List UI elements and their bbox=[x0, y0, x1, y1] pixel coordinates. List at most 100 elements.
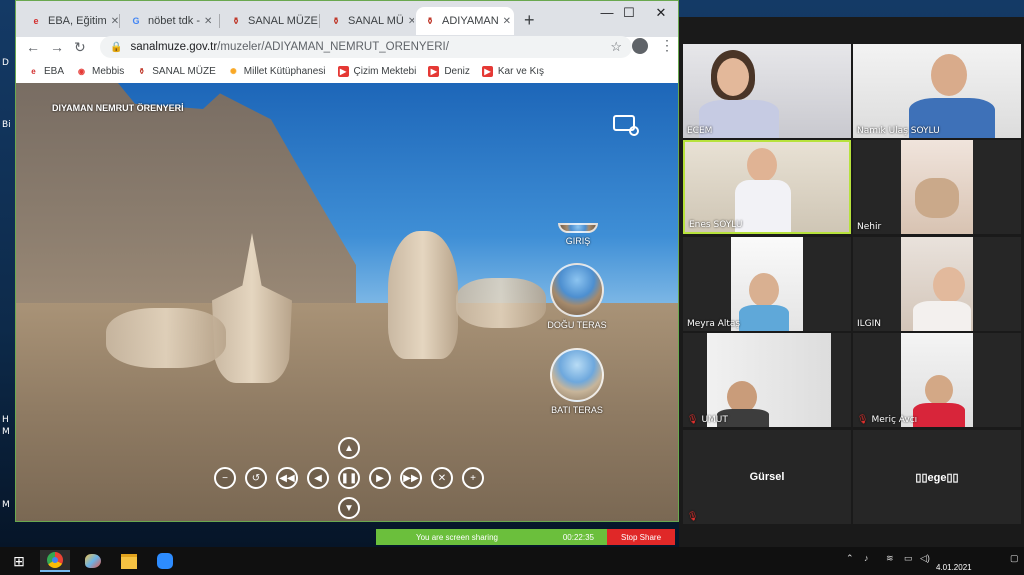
participant-body bbox=[739, 305, 789, 331]
address-bar[interactable]: 🔒 sanalmuze.gov.tr/muzeler/ADIYAMAN_NEMR… bbox=[100, 36, 632, 58]
poi-label: BATI TERAS bbox=[551, 405, 603, 415]
bookmark-sanal-muze[interactable]: ⚱ SANAL MÜZE bbox=[136, 66, 215, 77]
new-tab-button[interactable]: + bbox=[524, 11, 535, 29]
sound-off-icon[interactable]: ✕ bbox=[431, 467, 453, 489]
wifi-icon[interactable]: ≋ bbox=[886, 553, 894, 564]
tab-sanal-muze[interactable]: ⚱ SANAL MÜZE ✕ bbox=[222, 7, 320, 35]
taskbar-date[interactable]: 4.01.2021 bbox=[936, 563, 972, 572]
tab-label: SANAL MÜZE bbox=[248, 15, 318, 27]
participant-tile[interactable]: Gürsel 🎙 bbox=[683, 430, 851, 524]
windows-taskbar: ⊞ ⌃ ♪ ≋ ▭ ◁) ▢ bbox=[0, 547, 1024, 575]
network-icon[interactable]: ▭ bbox=[904, 553, 913, 564]
zoom-out-button[interactable]: − bbox=[214, 467, 236, 489]
participant-name: ILGIN bbox=[857, 319, 882, 329]
tab-strip: e EBA, Eğitim ✕ G nöbet tdk - ✕ ⚱ SANAL … bbox=[16, 1, 678, 37]
museum-icon: ⚱ bbox=[332, 15, 340, 26]
chrome-icon[interactable] bbox=[40, 550, 70, 572]
poi-thumbnail bbox=[558, 223, 598, 233]
participant-tile[interactable]: 🎙 Meriç Avcı bbox=[853, 333, 1021, 427]
zoom-in-button[interactable]: + bbox=[462, 467, 484, 489]
bookmark-millet-kutuphanesi[interactable]: ✺ Millet Kütüphanesi bbox=[228, 66, 326, 77]
profile-avatar-icon[interactable] bbox=[632, 38, 648, 54]
bookmark-deniz[interactable]: ▶ Deniz bbox=[428, 65, 470, 77]
bookmark-eba[interactable]: e EBA bbox=[28, 66, 64, 77]
participant-tile[interactable]: ▯▯ege▯▯ bbox=[853, 430, 1021, 524]
poi-dogu-teras[interactable]: DOĞU TERAS bbox=[542, 263, 612, 330]
tab-eba[interactable]: e EBA, Eğitim ✕ bbox=[22, 7, 120, 35]
participant-name-center: ▯▯ege▯▯ bbox=[915, 471, 959, 484]
museum-icon: ⚱ bbox=[232, 15, 240, 26]
google-icon: G bbox=[132, 16, 140, 26]
library-icon: ✺ bbox=[229, 66, 237, 76]
participant-tile[interactable]: Nehir bbox=[853, 140, 1021, 234]
participant-name: UMUT bbox=[701, 415, 728, 425]
participant-face bbox=[933, 267, 965, 303]
close-icon[interactable]: ✕ bbox=[200, 16, 212, 27]
bookmark-kar-ve-kis[interactable]: ▶ Kar ve Kış bbox=[481, 65, 544, 77]
desktop-icon-label: M bbox=[2, 500, 10, 510]
zoom-icon[interactable] bbox=[150, 550, 180, 572]
tab-sanal-mu[interactable]: ⚱ SANAL MÜ ✕ bbox=[322, 7, 414, 35]
bookmark-mebbis[interactable]: ◉ Mebbis bbox=[76, 66, 124, 77]
participant-tile[interactable]: Namık Ulaş SOYLU bbox=[853, 44, 1021, 138]
pan-right-button[interactable]: ▶ bbox=[369, 467, 391, 489]
pause-button[interactable]: ❚❚ bbox=[338, 467, 360, 489]
desktop-icon-label: Bi bbox=[2, 120, 11, 130]
poi-thumbnail bbox=[550, 263, 604, 317]
windows-start-icon[interactable]: ⊞ bbox=[4, 550, 34, 572]
participant-tile[interactable]: 🎙 UMUT bbox=[683, 333, 851, 427]
minimize-button[interactable]: — bbox=[596, 5, 618, 20]
file-explorer-icon[interactable] bbox=[114, 550, 144, 572]
participant-name: Nehir bbox=[857, 222, 882, 232]
stone-head bbox=[388, 231, 458, 359]
notification-icon[interactable]: ▢ bbox=[1010, 553, 1019, 564]
close-window-button[interactable]: ✕ bbox=[650, 5, 672, 21]
paint-icon[interactable] bbox=[78, 550, 108, 572]
fast-rewind-button[interactable]: ◀◀ bbox=[276, 467, 298, 489]
stop-share-button[interactable]: Stop Share bbox=[607, 529, 675, 545]
panorama-viewer[interactable]: DIYAMAN NEMRUT ÖRENYERİ GIRIŞ DOĞU TERAS… bbox=[16, 83, 678, 521]
maximize-button[interactable]: ☐ bbox=[618, 5, 640, 21]
vr-view-icon[interactable] bbox=[613, 115, 639, 136]
volume-icon[interactable]: ◁) bbox=[920, 553, 930, 564]
close-icon[interactable]: ✕ bbox=[107, 16, 119, 27]
participant-face bbox=[747, 148, 777, 182]
rotate-left-button[interactable]: ↺ bbox=[245, 467, 267, 489]
close-icon[interactable]: ✕ bbox=[499, 16, 511, 27]
bookmark-label: Millet Kütüphanesi bbox=[243, 65, 326, 77]
participant-tile-active-speaker[interactable]: Enes SOYLU bbox=[683, 140, 851, 234]
participant-name: Enes SOYLU bbox=[689, 220, 743, 230]
pan-left-button[interactable]: ◀ bbox=[307, 467, 329, 489]
forward-arrow-icon[interactable]: → bbox=[50, 37, 64, 57]
participant-face bbox=[931, 54, 967, 96]
reload-icon[interactable]: ↻ bbox=[74, 37, 86, 57]
fast-forward-button[interactable]: ▶▶ bbox=[400, 467, 422, 489]
participant-name-row: 🎙 bbox=[687, 512, 701, 522]
participant-tile[interactable]: Meyra Altaş bbox=[683, 237, 851, 331]
menu-kebab-icon[interactable]: ⋮ bbox=[660, 37, 674, 54]
back-arrow-icon[interactable]: ← bbox=[26, 37, 40, 57]
participant-tile[interactable]: ILGIN bbox=[853, 237, 1021, 331]
close-icon[interactable]: ✕ bbox=[318, 16, 320, 27]
close-icon[interactable]: ✕ bbox=[404, 16, 414, 27]
browser-window: e EBA, Eğitim ✕ G nöbet tdk - ✕ ⚱ SANAL … bbox=[15, 0, 679, 522]
tray-app-icon[interactable]: ♪ bbox=[864, 553, 869, 563]
bookmark-star-icon[interactable]: ☆ bbox=[610, 39, 622, 55]
poi-bati-teras[interactable]: BATI TERAS bbox=[542, 348, 612, 415]
desktop-icon-label: D bbox=[2, 58, 9, 68]
poi-thumbnail bbox=[550, 348, 604, 402]
pan-up-button[interactable]: ▲ bbox=[338, 437, 360, 459]
desktop-icon-label: M bbox=[2, 427, 10, 437]
tab-adiyaman[interactable]: ⚱ ADIYAMAN ✕ bbox=[416, 7, 514, 35]
participant-face bbox=[925, 375, 953, 405]
tab-label: EBA, Eğitim bbox=[48, 15, 107, 27]
tab-google[interactable]: G nöbet tdk - ✕ bbox=[122, 7, 220, 35]
mic-muted-icon: 🎙 bbox=[687, 415, 699, 425]
share-timer: 00:22:35 bbox=[562, 532, 594, 542]
participant-tile[interactable]: ECEM bbox=[683, 44, 851, 138]
bookmark-cizim-mektebi[interactable]: ▶ Çizim Mektebi bbox=[337, 65, 416, 77]
tray-chevron-icon[interactable]: ⌃ bbox=[846, 553, 854, 564]
poi-giris[interactable]: GIRIŞ bbox=[546, 223, 610, 246]
poi-label: DOĞU TERAS bbox=[547, 320, 607, 330]
pan-down-button[interactable]: ▼ bbox=[338, 497, 360, 519]
